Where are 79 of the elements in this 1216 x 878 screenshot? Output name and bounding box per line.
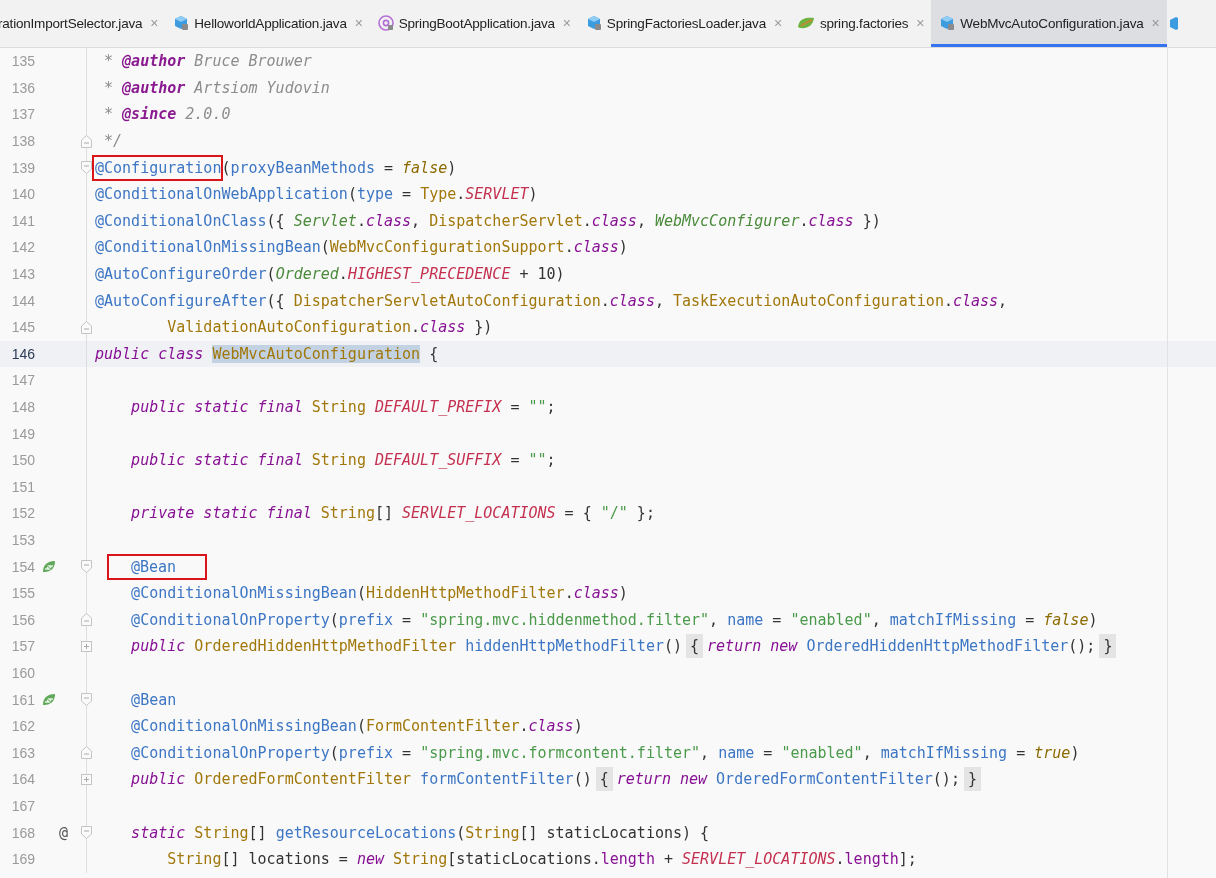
line-number: 168 [10, 824, 35, 841]
gutter-marker[interactable]: @ [59, 823, 69, 842]
code-line: private static final String[] SERVLET_LOCATIONS = { "/" }; [130, 503, 656, 525]
bean-icon[interactable] [42, 692, 56, 707]
line-number: 149 [10, 425, 35, 442]
editor-tab[interactable]: HelloworldApplication.java × [165, 0, 370, 47]
annotation-file-icon [377, 15, 394, 31]
line-number: 144 [10, 292, 35, 309]
collapse-icon[interactable] [81, 693, 92, 707]
class-file-icon [939, 15, 956, 31]
code-line: @Bean [130, 689, 178, 711]
code-line: @ConditionalOnMissingBean(FormContentFilter.class) [130, 716, 584, 738]
collapse-icon[interactable] [81, 161, 92, 175]
code-line: @AutoConfigureOrder(Ordered.HIGHEST_PRECEDENCE + 10) [94, 264, 566, 286]
code-line: public class WebMvcAutoConfiguration { [94, 343, 440, 365]
collapse-icon[interactable] [81, 826, 92, 839]
code-line: @Bean [92, 553, 1216, 580]
line-number: 169 [10, 851, 35, 868]
code-line: ValidationAutoConfiguration.class }) [166, 317, 494, 339]
code-line: @ConditionalOnProperty(prefix = "spring.mvc.hiddenmethod.filter", name = "enabled", matchIfMissing = false) [130, 609, 1099, 631]
code-line: @Configuration(proxyBeanMethods = false) [92, 154, 1216, 181]
collapse-icon[interactable] [81, 560, 92, 574]
line-number: 167 [10, 797, 35, 814]
line-number: 139 [10, 159, 35, 176]
line-number: 157 [10, 638, 35, 655]
line-number: 136 [10, 79, 35, 96]
line-number: 147 [10, 372, 35, 389]
line-number: 156 [10, 611, 35, 628]
editor-tab[interactable]: WebMvcAutoConfiguration.java × [931, 0, 1167, 47]
line-number: 155 [10, 585, 35, 602]
code-line: @ConditionalOnWebApplication(type = Type.SERVLET) [94, 184, 539, 206]
line-number: 135 [10, 53, 35, 70]
fold-end-icon[interactable] [81, 613, 92, 627]
code-line: public OrderedFormContentFilter formContentFilter() { return new OrderedFormContentFilter(); } [92, 766, 1216, 793]
class-file-icon [173, 15, 190, 31]
code-line: public static final String DEFAULT_PREFIX = ""; [130, 397, 557, 418]
editor-tab[interactable]: spring.factories × [788, 0, 932, 47]
fold-end-icon[interactable] [81, 134, 92, 148]
line-number: 143 [10, 266, 35, 283]
line-number: 161 [10, 691, 35, 708]
line-number: 160 [10, 664, 35, 681]
code-line: public OrderedHiddenHttpMethodFilter hiddenHttpMethodFilter() { return new OrderedHiddenHttpMethodFilter(); } [92, 633, 1216, 660]
code-line: @ConditionalOnProperty(prefix = "spring.mvc.formcontent.filter", name = "enabled", matchIfMissing = true) [130, 742, 1081, 764]
expand-icon[interactable] [81, 639, 92, 653]
fold-end-icon[interactable] [81, 746, 92, 760]
code-line: */ [103, 131, 124, 153]
code-line: * @author Bruce Brouwer [103, 51, 313, 73]
line-number: 152 [10, 505, 35, 522]
editor-tab[interactable]: SpringBootApplication.java × [369, 0, 578, 47]
line-number: 162 [10, 718, 35, 735]
line-number: 138 [10, 133, 35, 150]
code-line: * @since 2.0.0 [103, 104, 232, 126]
code-line: String[] locations = new String[staticLocations.length + SERVLET_LOCATIONS.length]; [166, 849, 918, 871]
line-number: 137 [10, 106, 35, 123]
line-number: 163 [10, 744, 35, 761]
leaf-file-icon [796, 15, 815, 31]
line-number: 164 [10, 771, 35, 788]
fold-end-icon[interactable] [81, 320, 92, 334]
line-number: 145 [10, 319, 35, 336]
code-line: @ConditionalOnClass({ Servlet.class, DispatcherServlet.class, WebMvcConfigurer.class }) [94, 210, 882, 232]
expand-icon[interactable] [81, 772, 92, 786]
code-line: * @author Artsiom Yudovin [103, 77, 331, 99]
code-line: @AutoConfigureAfter({ DispatcherServletAutoConfiguration.class, TaskExecutionAutoConfiguration.class, [94, 290, 1009, 312]
editor-tab[interactable]: SpringFactoriesLoader.java × [577, 0, 789, 47]
code-line: @ConditionalOnMissingBean(HiddenHttpMethodFilter.class) [130, 583, 629, 605]
code-line: @ConditionalOnMissingBean(WebMvcConfigurationSupport.class) [94, 237, 629, 259]
line-number: 141 [10, 212, 35, 229]
class-file-icon [585, 15, 602, 31]
line-number: 142 [10, 239, 35, 256]
code-line: static String[] getResourceLocations(String[] staticLocations) { [130, 822, 711, 844]
line-number: 148 [10, 399, 35, 415]
line-number: 153 [10, 532, 35, 548]
line-number: 150 [10, 452, 35, 469]
bean-icon[interactable] [42, 559, 56, 574]
line-number: 140 [10, 186, 35, 203]
line-number: 154 [10, 558, 35, 575]
line-number: 151 [10, 478, 35, 495]
code-line: public static final String DEFAULT_SUFFIX = ""; [130, 450, 557, 472]
line-number: 146 [10, 345, 35, 362]
